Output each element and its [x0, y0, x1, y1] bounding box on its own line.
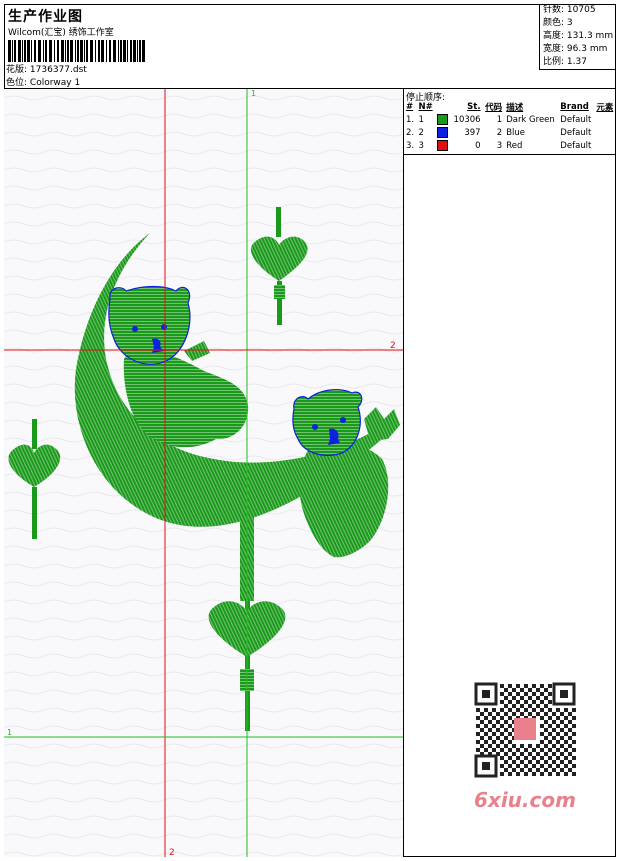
header-panel: 生产作业图 Wilcom(汇宝) 绣饰工作室 花版: 1736377.dst 色…	[4, 4, 616, 89]
table-row[interactable]: 1. 1 10306 1 Dark Green Default	[404, 113, 616, 126]
watermark-brand: 6xiu.com	[474, 788, 576, 812]
design-canvas[interactable]: 2 1 2 1	[4, 89, 404, 857]
guide-vertical-red-label: 2	[169, 848, 175, 857]
col-stitches: St.	[467, 102, 481, 112]
col-description: 描述	[506, 103, 524, 113]
qr-center-badge	[514, 718, 536, 740]
color-swatch	[437, 127, 449, 138]
guide-horizontal-red-label: 2	[390, 341, 396, 351]
sequence-table: # N# St. 代码 描述 Brand 元素 1. 1 10306 1 Dar…	[404, 101, 616, 152]
col-needle: N#	[418, 102, 433, 112]
table-row[interactable]: 3. 3 0 3 Red Default	[404, 139, 616, 152]
tassel-top	[274, 285, 285, 299]
color-count: 颜色: 3	[543, 18, 573, 28]
bear-left-eye	[161, 324, 167, 330]
sequence-divider	[404, 154, 616, 155]
table-row[interactable]: 2. 2 397 2 Blue Default	[404, 126, 616, 139]
colorway-name: 色位: Colorway 1	[6, 78, 81, 88]
guide-horizontal-green-label: 1	[7, 728, 12, 737]
string-top-heart	[276, 207, 281, 237]
bear-right-head	[292, 389, 363, 456]
stats-panel: 针数: 10705 颜色: 3 高度: 131.3 mm 宽度: 96.3 mm…	[539, 4, 616, 70]
string-left-heart	[32, 419, 37, 449]
stitch-count: 针数: 10705	[543, 5, 596, 15]
col-swatch	[435, 101, 450, 113]
sequence-header-row: # N# St. 代码 描述 Brand 元素	[404, 101, 616, 113]
design-scale: 比例: 1.37	[543, 57, 587, 67]
string-left-heart-tail	[32, 487, 37, 539]
qr-code-watermark	[470, 680, 580, 780]
page-title: 生产作业图	[8, 9, 83, 25]
bear-left-eye	[132, 326, 138, 332]
bear-right-eye	[312, 424, 318, 430]
barcode	[8, 40, 145, 62]
embroidery-preview: 2 1 2 1	[4, 89, 403, 857]
guide-vertical-green-label: 1	[251, 89, 256, 98]
design-height: 高度: 131.3 mm	[543, 31, 614, 41]
col-element: 元素	[596, 103, 614, 113]
bear-right-eye	[340, 417, 346, 423]
color-swatch	[437, 140, 449, 151]
design-width: 宽度: 96.3 mm	[543, 44, 608, 54]
col-code: 代码	[485, 103, 503, 113]
col-index: #	[406, 102, 414, 112]
design-name: 花版: 1736377.dst	[6, 65, 87, 75]
company-name: Wilcom(汇宝) 绣饰工作室	[8, 28, 114, 38]
color-swatch	[437, 114, 449, 125]
col-brand: Brand	[560, 102, 589, 112]
